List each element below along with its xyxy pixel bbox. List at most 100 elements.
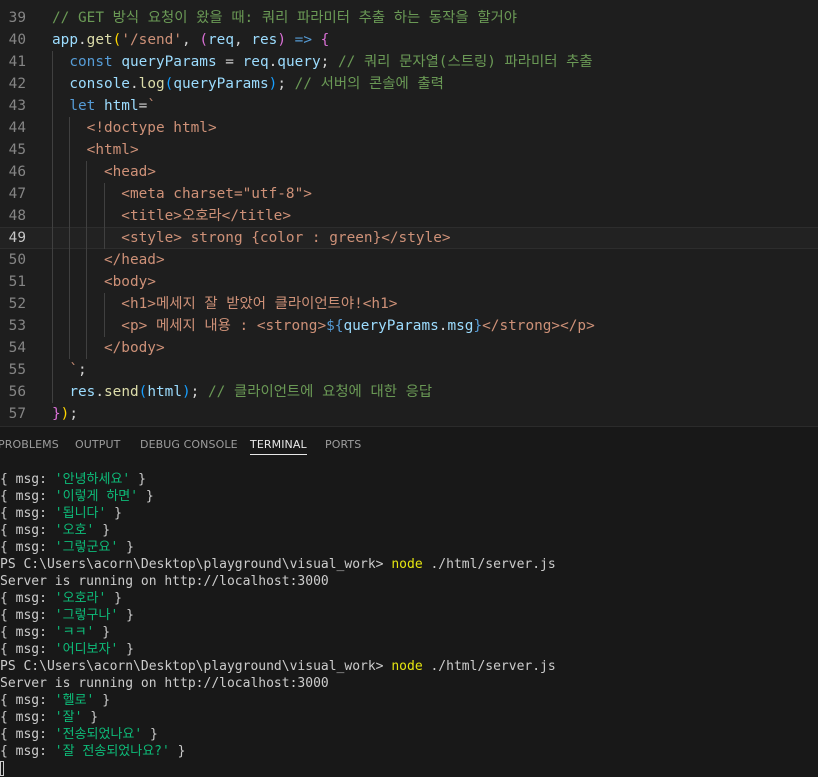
line-number: 57 — [8, 406, 26, 422]
code-token: </strong></p> — [482, 318, 595, 334]
prompt-path: PS C:\Users\acorn\Desktop\playground\vis… — [0, 659, 392, 674]
code-line[interactable]: 48 <title>오호라</title> — [0, 205, 818, 227]
terminal-log-line: { msg: 'ㅋㅋ' } — [0, 624, 110, 641]
log-suffix: } — [106, 591, 122, 606]
output-text: Server is running on http://localhost:30… — [0, 574, 329, 589]
log-prefix: { msg: — [0, 540, 55, 555]
log-message: '잘' — [54, 710, 83, 725]
line-number: 50 — [8, 252, 26, 268]
code-line[interactable]: 54 </body> — [0, 337, 818, 359]
code-text: <head> — [52, 161, 156, 183]
line-number: 39 — [8, 10, 26, 26]
code-token: ( — [199, 32, 208, 48]
code-line[interactable]: 42 console.log(queryParams); // 서버의 콘솔에 … — [0, 73, 818, 95]
terminal-cursor — [0, 761, 4, 776]
code-line[interactable]: 56 res.send(html); // 클라이언트에 요청에 대한 응답 — [0, 381, 818, 403]
tab-problems[interactable]: PROBLEMS — [0, 427, 59, 462]
terminal-log-line: { msg: '그렇군요' } — [0, 539, 134, 556]
code-token: } — [473, 318, 483, 334]
code-line[interactable]: 45 <html> — [0, 139, 818, 161]
code-line[interactable]: 52 <h1>메세지 잘 받았어 클라이언트야!<h1> — [0, 293, 818, 315]
log-message: '이렇게 하면' — [54, 489, 139, 504]
code-token: <head> — [52, 164, 156, 180]
code-line[interactable]: 44 <!doctype html> — [0, 117, 818, 139]
terminal-log-line: { msg: '이렇게 하면' } — [0, 488, 154, 505]
code-editor[interactable]: 39 // GET 방식 요청이 왔을 때: 쿼리 파라미터 추출 하는 동작을 … — [0, 0, 818, 426]
log-prefix: { msg: — [0, 489, 55, 504]
code-line[interactable]: 49 <style> strong {color : green}</style… — [0, 227, 818, 249]
tab-terminal[interactable]: TERMINAL — [250, 427, 307, 462]
code-token: , — [182, 32, 200, 48]
code-token: <!doctype html> — [52, 120, 217, 136]
line-number: 54 — [8, 340, 26, 356]
terminal-prompt-line: PS C:\Users\acorn\Desktop\playground\vis… — [0, 556, 556, 573]
terminal-log-line: { msg: '오호' } — [0, 522, 110, 539]
code-token: log — [138, 76, 165, 92]
code-token: console — [52, 76, 130, 92]
code-token: <body> — [52, 274, 156, 290]
line-number: 56 — [8, 384, 26, 400]
code-token: const — [52, 54, 122, 70]
log-suffix: } — [106, 506, 122, 521]
log-suffix: } — [82, 710, 99, 725]
code-token: '/send' — [121, 32, 182, 48]
code-text: // GET 방식 요청이 왔을 때: 쿼리 파라미터 추출 하는 동작을 할거… — [52, 7, 517, 29]
code-line[interactable]: 51 <body> — [0, 271, 818, 293]
code-text: }); — [52, 403, 78, 425]
code-line[interactable]: 53 <p> 메세지 내용 : <strong>${queryParams.ms… — [0, 315, 818, 337]
code-line[interactable]: 55 `; — [0, 359, 818, 381]
tab-ports[interactable]: PORTS — [325, 427, 361, 462]
code-token: queryParams — [173, 76, 269, 92]
code-token: <style> strong {color : green}</style> — [52, 230, 451, 246]
code-line[interactable]: 43 let html=` — [0, 95, 818, 117]
code-line[interactable]: 40 app.get('/send', (req, res) => { — [0, 29, 818, 51]
code-token: . — [95, 384, 104, 400]
line-number: 49 — [8, 230, 26, 246]
code-token: ; — [78, 362, 87, 378]
code-token: . — [129, 76, 139, 92]
tab-output[interactable]: OUTPUT — [75, 427, 120, 462]
code-line[interactable]: 39 // GET 방식 요청이 왔을 때: 쿼리 파라미터 추출 하는 동작을 … — [0, 7, 818, 29]
tab-debug-console[interactable]: DEBUG CONSOLE — [140, 427, 238, 462]
code-text: <body> — [52, 271, 156, 293]
log-message: '헬로' — [54, 693, 95, 708]
code-line[interactable]: 46 <head> — [0, 161, 818, 183]
code-token: } — [52, 406, 61, 422]
terminal[interactable]: { msg: '안녕하세요' }{ msg: '이렇게 하면' }{ msg: … — [0, 465, 818, 777]
line-number: 42 — [8, 76, 26, 92]
code-token: req — [242, 54, 269, 70]
terminal-log-line: { msg: '헬로' } — [0, 692, 110, 709]
code-text: res.send(html); // 클라이언트에 요청에 대한 응답 — [52, 381, 432, 403]
line-number: 53 — [8, 318, 26, 334]
code-token: . — [78, 32, 87, 48]
code-token: ; — [320, 54, 338, 70]
code-line[interactable]: 50 </head> — [0, 249, 818, 271]
log-message: '안녕하세요' — [54, 472, 131, 487]
log-message: '그렇군요' — [54, 540, 119, 555]
code-token: ) — [181, 384, 191, 400]
code-line[interactable]: 41 const queryParams = req.query; // 쿼리 … — [0, 51, 818, 73]
code-line[interactable]: 57}); — [0, 403, 818, 425]
code-token: <title>오호라</title> — [52, 208, 291, 224]
log-suffix: } — [169, 744, 186, 759]
code-token: res — [251, 32, 278, 48]
code-text: console.log(queryParams); // 서버의 콘솔에 출력 — [52, 73, 444, 95]
code-token: query — [277, 54, 321, 70]
code-token: send — [104, 384, 139, 400]
line-number: 52 — [8, 296, 26, 312]
code-text: <p> 메세지 내용 : <strong>${queryParams.msg}<… — [52, 315, 595, 337]
code-token: { — [320, 32, 330, 48]
code-token: queryParams — [343, 318, 439, 334]
code-line[interactable]: 47 <meta charset="utf-8"> — [0, 183, 818, 205]
terminal-log-line: { msg: '어디보자' } — [0, 641, 134, 658]
code-token: <h1>메세지 잘 받았어 클라이언트야!<h1> — [52, 296, 398, 312]
code-token: . — [268, 54, 278, 70]
code-token: </body> — [52, 340, 165, 356]
prompt-args: ./html/server.js — [422, 557, 556, 572]
terminal-log-line: { msg: '잘 전송되었나요?' } — [0, 743, 185, 760]
code-token: </head> — [52, 252, 165, 268]
log-prefix: { msg: — [0, 710, 55, 725]
log-suffix: } — [94, 625, 111, 640]
log-message: '그렇구나' — [54, 608, 119, 623]
prompt-command: node — [391, 659, 423, 674]
